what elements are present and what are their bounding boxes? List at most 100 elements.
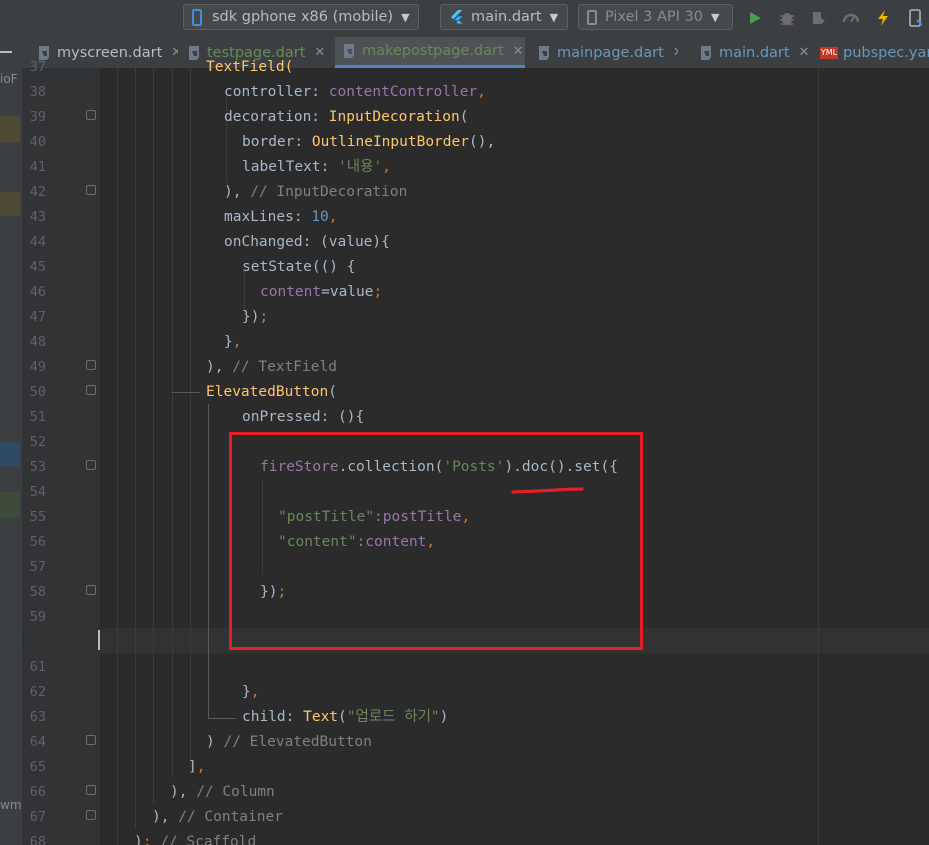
- line-number: 44: [29, 234, 46, 250]
- run-icon: [750, 12, 761, 24]
- fold-marker-icon[interactable]: [86, 360, 96, 370]
- strip-label-top: ioF: [0, 72, 18, 86]
- code-line-67: ), // Container: [152, 805, 283, 830]
- code-token: (: [338, 709, 347, 725]
- tab-label: myscreen.dart: [57, 44, 163, 61]
- line-number: 39: [29, 109, 46, 125]
- code-line-42: ), // InputDecoration: [224, 180, 407, 205]
- code-line-41: labelText: '내용',: [242, 155, 391, 180]
- code-token: =value: [321, 284, 374, 300]
- code-token: }: [242, 684, 251, 700]
- editor-tab-bar: myscreen.dart ✕ testpage.dart ✕ makepost…: [0, 37, 929, 69]
- code-token: onChanged: (value){: [224, 234, 390, 250]
- code-token: ): [206, 734, 224, 750]
- close-icon[interactable]: ✕: [171, 45, 178, 60]
- fold-marker-icon[interactable]: [86, 460, 96, 470]
- device-manager-button[interactable]: [904, 8, 926, 28]
- hot-reload-button[interactable]: [872, 8, 894, 28]
- indent-guide: [117, 68, 118, 845]
- tab-label: pubspec.yam: [843, 44, 929, 61]
- close-icon[interactable]: ✕: [799, 45, 808, 60]
- tab-label: mainpage.dart: [557, 44, 664, 61]
- indent-guide: [208, 404, 209, 719]
- code-token: ),: [224, 184, 251, 200]
- line-number: 54: [29, 484, 46, 500]
- line-number: 42: [29, 184, 46, 200]
- line-number: 62: [29, 684, 46, 700]
- chevron-down-icon: ▼: [549, 10, 559, 24]
- debug-icon: [780, 13, 794, 25]
- tab-makepostpage[interactable]: makepostpage.dart ✕: [335, 37, 525, 68]
- tab-main[interactable]: main.dart ✕: [692, 37, 808, 68]
- fold-marker-icon[interactable]: [86, 385, 96, 395]
- code-line-45: setState(() {: [242, 255, 356, 280]
- line-number: 48: [29, 334, 46, 350]
- code-token: ]: [188, 759, 197, 775]
- run-button[interactable]: [744, 8, 766, 28]
- annotation-highlight-box: [229, 432, 643, 650]
- code-token: }): [242, 309, 260, 325]
- annotation-underline: [511, 487, 584, 494]
- code-token: ;: [373, 284, 383, 300]
- line-number: 63: [29, 709, 46, 725]
- run-config-selector[interactable]: main.dart ▼: [440, 4, 568, 30]
- fold-marker-icon[interactable]: [86, 585, 96, 595]
- fold-marker-icon[interactable]: [86, 110, 96, 120]
- line-number: 45: [29, 259, 46, 275]
- code-line-48: },: [224, 330, 241, 355]
- line-number: 59: [29, 609, 46, 625]
- code-token: onPressed: (){: [242, 409, 365, 425]
- code-token: (: [459, 109, 469, 125]
- profile-button[interactable]: [808, 8, 830, 28]
- tab-pubspec[interactable]: YML pubspec.yam: [814, 37, 929, 68]
- close-icon[interactable]: ✕: [513, 44, 524, 59]
- code-line-64: ) // ElevatedButton: [206, 730, 372, 755]
- hot-reload-icon: [878, 10, 888, 26]
- fold-marker-icon[interactable]: [86, 785, 96, 795]
- code-token: ,: [328, 209, 338, 225]
- debug-button[interactable]: [776, 8, 798, 28]
- strip-highlight: [0, 116, 20, 142]
- coverage-icon: [842, 13, 860, 23]
- code-token: ;: [142, 834, 161, 845]
- code-token: ),: [206, 359, 233, 375]
- code-token: maxLines:: [224, 209, 312, 225]
- code-line-65: ],: [188, 755, 205, 780]
- fold-marker-icon[interactable]: [86, 810, 96, 820]
- line-number: 38: [29, 84, 46, 100]
- code-token: ElevatedButton: [206, 384, 329, 400]
- indent-guide: [135, 68, 136, 828]
- indent-guide: [190, 68, 191, 768]
- code-line-50: ElevatedButton(: [206, 380, 337, 405]
- hide-panel-icon[interactable]: [0, 51, 12, 53]
- close-icon[interactable]: ✕: [673, 45, 678, 60]
- code-line-68: ); // Scaffold: [134, 830, 256, 845]
- tab-myscreen[interactable]: myscreen.dart ✕: [30, 37, 178, 68]
- code-token: decoration:: [224, 109, 329, 125]
- strip-highlight: [0, 192, 20, 216]
- text-caret: [98, 630, 100, 650]
- coverage-button[interactable]: [840, 8, 862, 28]
- code-token: (),: [468, 134, 496, 150]
- fold-marker-icon[interactable]: [86, 735, 96, 745]
- code-line-51: onPressed: (){: [242, 405, 364, 430]
- close-icon[interactable]: ✕: [314, 45, 325, 60]
- dart-file-icon: [189, 45, 199, 60]
- code-token: OutlineInputBorder: [311, 134, 469, 150]
- line-number: 50: [29, 384, 46, 400]
- code-line-39: decoration: InputDecoration(: [224, 105, 468, 130]
- code-token: // Scaffold: [160, 834, 257, 845]
- device-selector[interactable]: sdk gphone x86 (mobile) ▼: [183, 4, 419, 30]
- line-number: 65: [29, 759, 46, 775]
- code-token: ;: [259, 309, 269, 325]
- code-line-49: ), // TextField: [206, 355, 337, 380]
- code-token: child:: [242, 709, 304, 725]
- code-line-62: },: [242, 680, 259, 705]
- avd-selector[interactable]: Pixel 3 API 30 ▼: [578, 4, 733, 30]
- tab-label: main.dart: [719, 44, 790, 61]
- code-line-37: TextField(: [206, 55, 293, 80]
- fold-marker-icon[interactable]: [86, 185, 96, 195]
- tab-mainpage[interactable]: mainpage.dart ✕: [530, 37, 678, 68]
- strip-highlight: [0, 492, 20, 518]
- code-line-66: ), // Column: [170, 780, 275, 805]
